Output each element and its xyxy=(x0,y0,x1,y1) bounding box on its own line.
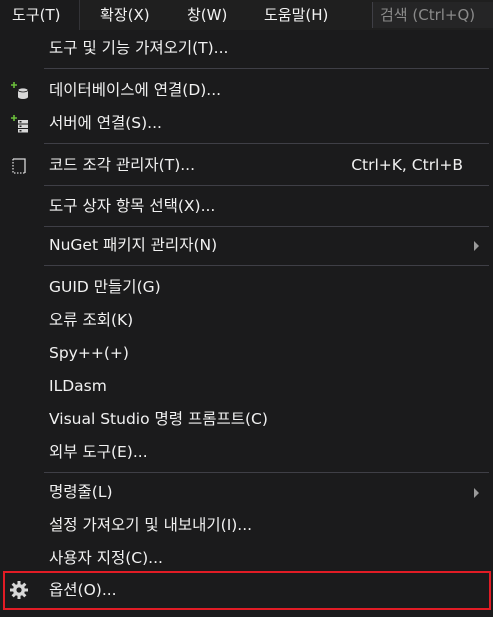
menu-item-label: 코드 조각 관리자(T)... xyxy=(49,156,196,174)
menu-item-vs-command-prompt[interactable]: Visual Studio 명령 프롬프트(C) xyxy=(0,403,493,436)
menu-item-label: 명령줄(L) xyxy=(49,483,113,501)
menu-item-nuget-package-manager[interactable]: NuGet 패키지 관리자(N) xyxy=(0,229,493,262)
menu-separator xyxy=(44,143,489,144)
menu-separator xyxy=(44,68,489,69)
menu-bar: 도구(T) 확장(X) 창(W) 도움말(H) 검색 (Ctrl+Q) xyxy=(0,0,493,31)
menu-separator xyxy=(44,226,489,227)
menu-item-label: 옵션(O)... xyxy=(49,581,117,599)
submenu-arrow-icon xyxy=(474,241,479,251)
menu-item-label: 서버에 연결(S)... xyxy=(49,114,162,132)
menu-item-ildasm[interactable]: ILDasm xyxy=(0,370,493,403)
menubar-help[interactable]: 도움말(H) xyxy=(264,0,328,30)
gear-icon xyxy=(9,580,29,600)
menubar-extensions[interactable]: 확장(X) xyxy=(100,0,150,30)
menu-item-options[interactable]: 옵션(O)... xyxy=(3,571,491,610)
tools-dropdown-menu: 도구 및 기능 가져오기(T)... 데이터베이스에 연결(D)... 서버에 … xyxy=(0,30,493,617)
menu-item-label: 도구 상자 항목 선택(X)... xyxy=(49,197,216,215)
code-snippet-icon xyxy=(10,156,30,176)
menu-item-get-tools[interactable]: 도구 및 기능 가져오기(T)... xyxy=(0,32,493,65)
menu-item-label: Visual Studio 명령 프롬프트(C) xyxy=(49,410,268,428)
menubar-window[interactable]: 창(W) xyxy=(187,0,227,30)
menu-item-connect-server[interactable]: 서버에 연결(S)... xyxy=(0,107,493,140)
menu-item-label: 오류 조회(K) xyxy=(49,311,134,329)
menu-item-shortcut: Ctrl+K, Ctrl+B xyxy=(351,156,463,174)
menu-item-label: ILDasm xyxy=(49,377,107,395)
menu-item-spy[interactable]: Spy++(+) xyxy=(0,337,493,370)
menu-separator xyxy=(44,265,489,266)
menu-item-label: 도구 및 기능 가져오기(T)... xyxy=(49,39,229,57)
server-connect-icon xyxy=(10,114,30,134)
menu-item-code-snippets-manager[interactable]: 코드 조각 관리자(T)... Ctrl+K, Ctrl+B xyxy=(0,149,493,182)
database-connect-icon xyxy=(10,81,30,101)
menu-item-external-tools[interactable]: 외부 도구(E)... xyxy=(0,436,493,469)
menu-item-label: Spy++(+) xyxy=(49,344,129,362)
menu-item-error-lookup[interactable]: 오류 조회(K) xyxy=(0,304,493,337)
menu-item-label: NuGet 패키지 관리자(N) xyxy=(49,236,218,254)
menu-item-connect-database[interactable]: 데이터베이스에 연결(D)... xyxy=(0,74,493,107)
menu-separator xyxy=(44,185,489,186)
menu-item-label: 외부 도구(E)... xyxy=(49,443,148,461)
menu-item-create-guid[interactable]: GUID 만들기(G) xyxy=(0,271,493,304)
menu-item-choose-toolbox-items[interactable]: 도구 상자 항목 선택(X)... xyxy=(0,190,493,223)
submenu-arrow-icon xyxy=(474,488,479,498)
menu-separator xyxy=(44,472,489,473)
search-input[interactable]: 검색 (Ctrl+Q) xyxy=(372,2,493,28)
menu-item-command-line[interactable]: 명령줄(L) xyxy=(0,476,493,509)
menu-item-import-export-settings[interactable]: 설정 가져오기 및 내보내기(I)... xyxy=(0,509,493,542)
menu-item-label: GUID 만들기(G) xyxy=(49,278,161,296)
menu-item-label: 데이터베이스에 연결(D)... xyxy=(49,81,222,99)
menu-item-label: 설정 가져오기 및 내보내기(I)... xyxy=(49,516,253,534)
menubar-tools[interactable]: 도구(T) xyxy=(0,0,80,31)
